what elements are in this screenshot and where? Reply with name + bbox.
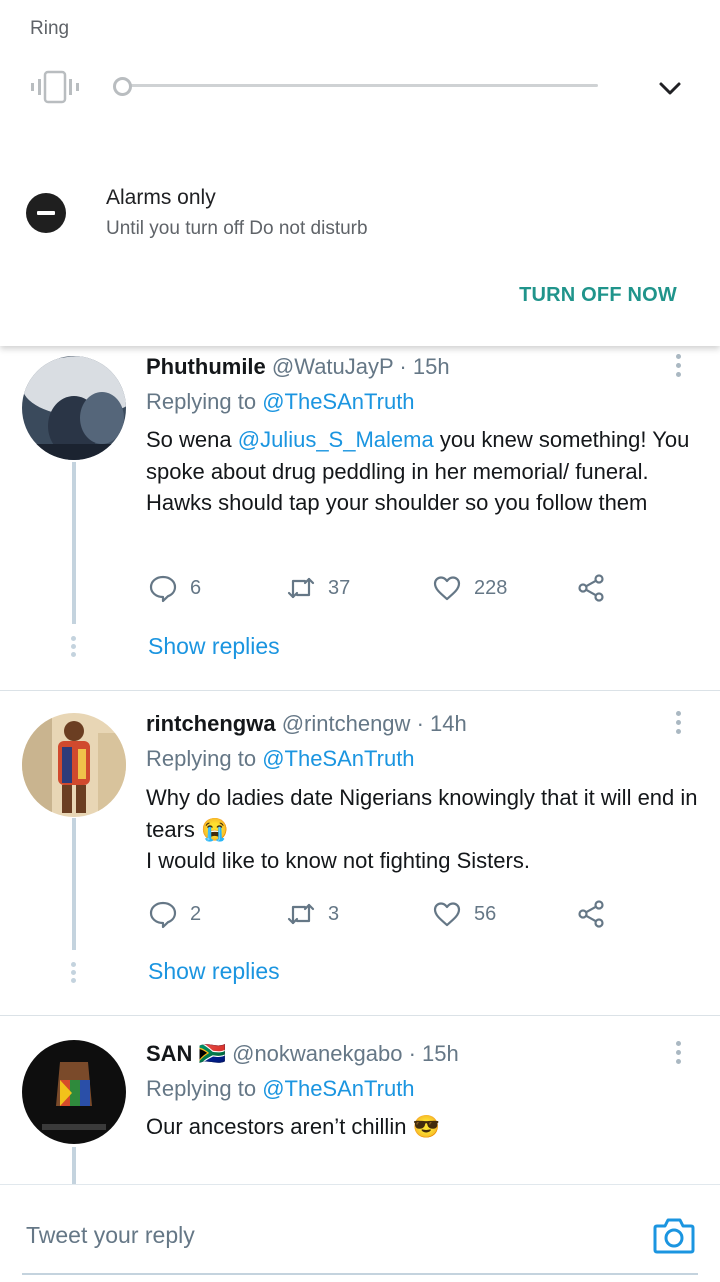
display-name[interactable]: SAN xyxy=(146,1041,192,1066)
chevron-down-icon[interactable] xyxy=(656,74,684,102)
camera-icon[interactable] xyxy=(652,1215,696,1255)
do-not-disturb-icon xyxy=(26,193,66,233)
timestamp: · 15h xyxy=(408,1041,459,1066)
turn-off-now-button[interactable]: TURN OFF NOW xyxy=(519,284,677,307)
volume-slider-track[interactable] xyxy=(130,84,598,87)
tweet-text-part: Our ancestors aren’t chillin xyxy=(146,1114,407,1139)
input-underline xyxy=(22,1273,698,1275)
tweet-text: Our ancestors aren’t chillin 😎 xyxy=(146,1111,706,1143)
more-options-icon[interactable] xyxy=(676,1041,684,1068)
ring-label: Ring xyxy=(30,18,70,39)
user-handle[interactable]: @nokwanekgabo xyxy=(232,1041,402,1066)
volume-panel: Ring Alarms only Until you turn off Do n… xyxy=(0,0,720,346)
reply-composer xyxy=(0,1184,720,1282)
sunglasses-emoji: 😎 xyxy=(412,1114,440,1139)
tweet-header: SAN 🇿🇦 @nokwanekgabo · 15h xyxy=(146,1041,459,1067)
avatar[interactable] xyxy=(22,1040,126,1144)
replying-to-handle[interactable]: @TheSAnTruth xyxy=(262,1076,414,1101)
replying-to: Replying to @TheSAnTruth xyxy=(146,1076,415,1102)
dnd-mode-subtitle: Until you turn off Do not disturb xyxy=(106,218,368,239)
dnd-mode-title: Alarms only xyxy=(106,186,216,209)
replying-to-label: Replying to xyxy=(146,1076,263,1101)
thread-line xyxy=(72,1147,76,1184)
volume-slider-thumb[interactable] xyxy=(113,77,132,96)
vibrate-icon[interactable] xyxy=(28,70,82,104)
flag-emoji: 🇿🇦 xyxy=(198,1041,226,1066)
reply-input[interactable] xyxy=(24,1221,588,1250)
